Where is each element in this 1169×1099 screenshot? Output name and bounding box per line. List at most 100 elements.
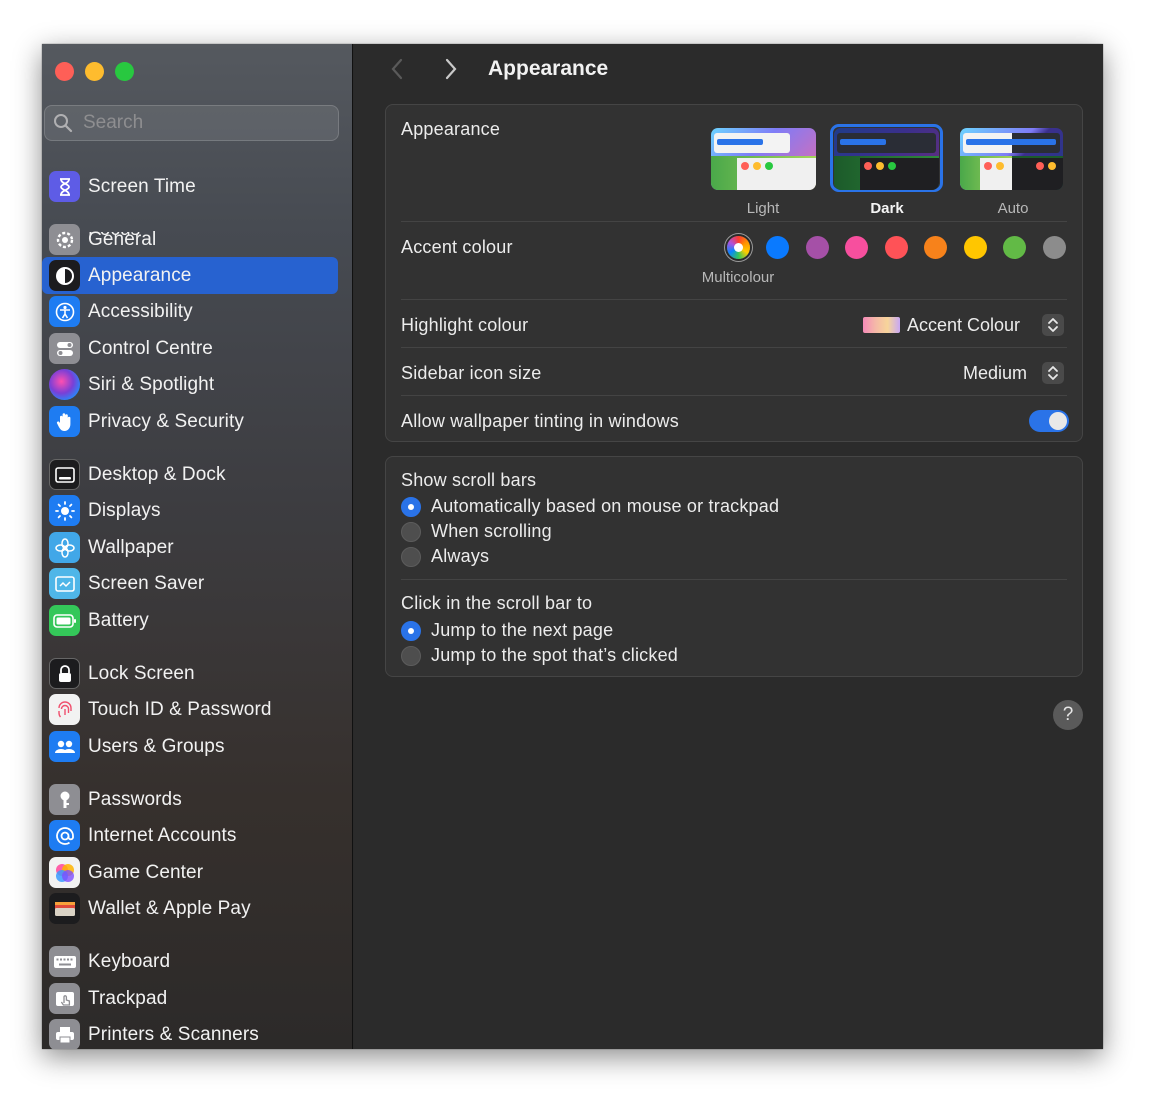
sidebar-item-label: Lock Screen xyxy=(88,662,195,684)
siri-icon xyxy=(49,369,80,400)
light-label: Light xyxy=(746,200,780,217)
radio-label: Automatically based on mouse or trackpad xyxy=(431,496,780,516)
sidebar-item-battery[interactable]: Battery xyxy=(42,602,338,639)
scroll-bar-settings-card: Show scroll bars Automatically based on … xyxy=(385,456,1083,677)
zoom-window-button[interactable] xyxy=(115,62,134,81)
radio-button[interactable] xyxy=(401,521,421,542)
scroll-bars-option-when-scrolling[interactable]: When scrolling xyxy=(401,521,552,542)
sidebar-item-wallet-apple-pay[interactable]: Wallet & Apple Pay xyxy=(42,890,338,927)
accessibility-icon xyxy=(49,296,80,327)
sidebar-item-label: Control Centre xyxy=(88,337,213,359)
sidebar-item-touch-id-password[interactable]: Touch ID & Password xyxy=(42,691,338,728)
sidebar-item-passwords[interactable]: Passwords xyxy=(42,781,338,818)
accent-selected-caption: Multicolour xyxy=(701,269,775,286)
sidebar-item-label: Siri & Spotlight xyxy=(88,373,215,395)
radio-button[interactable] xyxy=(401,645,421,666)
chevron-right-icon xyxy=(445,58,457,80)
sidebar-item-displays[interactable]: Displays xyxy=(42,492,338,529)
sidebar-item-keyboard[interactable]: Keyboard xyxy=(42,943,338,980)
close-window-button[interactable] xyxy=(55,62,74,81)
search-input[interactable] xyxy=(83,112,323,134)
sidebar-item-users-groups[interactable]: Users & Groups xyxy=(42,728,338,765)
game-center-icon xyxy=(49,857,80,888)
forward-button[interactable] xyxy=(438,56,464,82)
auto-mode-thumbnail xyxy=(960,128,1063,190)
accent-swatch-blue[interactable] xyxy=(766,236,789,259)
sidebar-item-wallpaper[interactable]: Wallpaper xyxy=(42,529,338,566)
wallpaper-tinting-label: Allow wallpaper tinting in windows xyxy=(401,411,679,431)
sidebar-item-label: Internet Accounts xyxy=(88,824,237,846)
sidebar-item-printers-scanners[interactable]: Printers & Scanners xyxy=(42,1016,338,1049)
printer-icon xyxy=(49,1019,80,1049)
sidebar-item-label: Privacy & Security xyxy=(88,410,244,432)
accent-swatch-red[interactable] xyxy=(885,236,908,259)
highlight-colour-popup[interactable]: Accent Colour xyxy=(907,315,1020,336)
auto-label: Auto xyxy=(997,200,1029,217)
divider xyxy=(401,347,1067,348)
click-scroll-option-spot-clicked[interactable]: Jump to the spot that’s clicked xyxy=(401,645,678,666)
search-icon xyxy=(54,114,73,133)
sidebar-item-internet-accounts[interactable]: Internet Accounts xyxy=(42,817,338,854)
light-mode-thumbnail xyxy=(711,128,816,190)
accent-swatch-green[interactable] xyxy=(1003,236,1026,259)
hourglass-icon xyxy=(49,171,80,202)
help-button[interactable]: ? xyxy=(1053,700,1083,730)
accent-swatch-purple[interactable] xyxy=(806,236,829,259)
divider xyxy=(401,395,1067,396)
keyboard-icon xyxy=(49,946,80,977)
sidebar: Focus Screen Time General Appearance xyxy=(42,44,353,1049)
scroll-bars-option-always[interactable]: Always xyxy=(401,546,489,567)
minimize-window-button[interactable] xyxy=(85,62,104,81)
accent-swatch-yellow[interactable] xyxy=(964,236,987,259)
radio-button[interactable] xyxy=(401,496,421,517)
radio-button[interactable] xyxy=(401,546,421,567)
show-scroll-bars-label: Show scroll bars xyxy=(401,470,537,490)
sidebar-icon-size-label: Sidebar icon size xyxy=(401,363,542,383)
flower-icon xyxy=(49,532,80,563)
sidebar-item-accessibility[interactable]: Accessibility xyxy=(42,293,338,330)
sidebar-search[interactable] xyxy=(44,105,339,141)
window-controls xyxy=(55,62,134,81)
sidebar-item-screen-saver[interactable]: Screen Saver xyxy=(42,565,338,602)
sidebar-item-game-center[interactable]: Game Center xyxy=(42,854,338,891)
scroll-bars-option-automatic[interactable]: Automatically based on mouse or trackpad xyxy=(401,496,779,517)
chevron-left-icon xyxy=(391,58,403,80)
appearance-icon xyxy=(49,260,80,291)
sidebar-item-label: Users & Groups xyxy=(88,735,225,757)
dark-label: Dark xyxy=(870,200,904,217)
click-scroll-option-next-page[interactable]: Jump to the next page xyxy=(401,620,613,641)
battery-icon xyxy=(49,605,80,636)
click-scroll-bar-label: Click in the scroll bar to xyxy=(401,593,593,613)
accent-swatch-graphite[interactable] xyxy=(1043,236,1066,259)
sidebar-item-screen-time[interactable]: Screen Time xyxy=(42,168,338,205)
highlight-colour-stepper[interactable] xyxy=(1042,314,1064,336)
wallpaper-tinting-toggle[interactable] xyxy=(1029,410,1069,432)
sidebar-item-privacy-security[interactable]: Privacy & Security xyxy=(42,403,338,440)
highlight-colour-label: Highlight colour xyxy=(401,315,529,335)
sidebar-item-label: Screen Time xyxy=(88,175,196,197)
back-button[interactable] xyxy=(384,56,410,82)
radio-label: Always xyxy=(431,546,490,566)
trackpad-icon xyxy=(49,983,80,1014)
page-title: Appearance xyxy=(488,57,609,80)
sidebar-item-general[interactable]: General xyxy=(42,221,338,258)
sidebar-icon-size-stepper[interactable] xyxy=(1042,362,1064,384)
radio-button[interactable] xyxy=(401,620,421,641)
accent-swatch-orange[interactable] xyxy=(924,236,947,259)
gear-icon xyxy=(49,224,80,255)
sidebar-item-siri-spotlight[interactable]: Siri & Spotlight xyxy=(42,366,338,403)
sidebar-item-desktop-dock[interactable]: Desktop & Dock xyxy=(42,456,338,493)
appearance-settings-card: Appearance Light Dark Auto Accent colour… xyxy=(385,104,1083,442)
sidebar-item-trackpad[interactable]: Trackpad xyxy=(42,980,338,1017)
sidebar-item-appearance[interactable]: Appearance xyxy=(42,257,338,294)
sun-icon xyxy=(49,495,80,526)
sidebar-item-label: Printers & Scanners xyxy=(88,1023,259,1045)
accent-swatch-pink[interactable] xyxy=(845,236,868,259)
sidebar-item-lock-screen[interactable]: Lock Screen xyxy=(42,655,338,692)
sidebar-item-label: Desktop & Dock xyxy=(88,463,226,485)
radio-label: When scrolling xyxy=(431,521,552,541)
accent-swatch-multicolour[interactable] xyxy=(727,236,750,259)
sidebar-item-control-centre[interactable]: Control Centre xyxy=(42,330,338,367)
sidebar-icon-size-popup[interactable]: Medium xyxy=(963,363,1027,384)
sidebar-item-label: Displays xyxy=(88,499,161,521)
